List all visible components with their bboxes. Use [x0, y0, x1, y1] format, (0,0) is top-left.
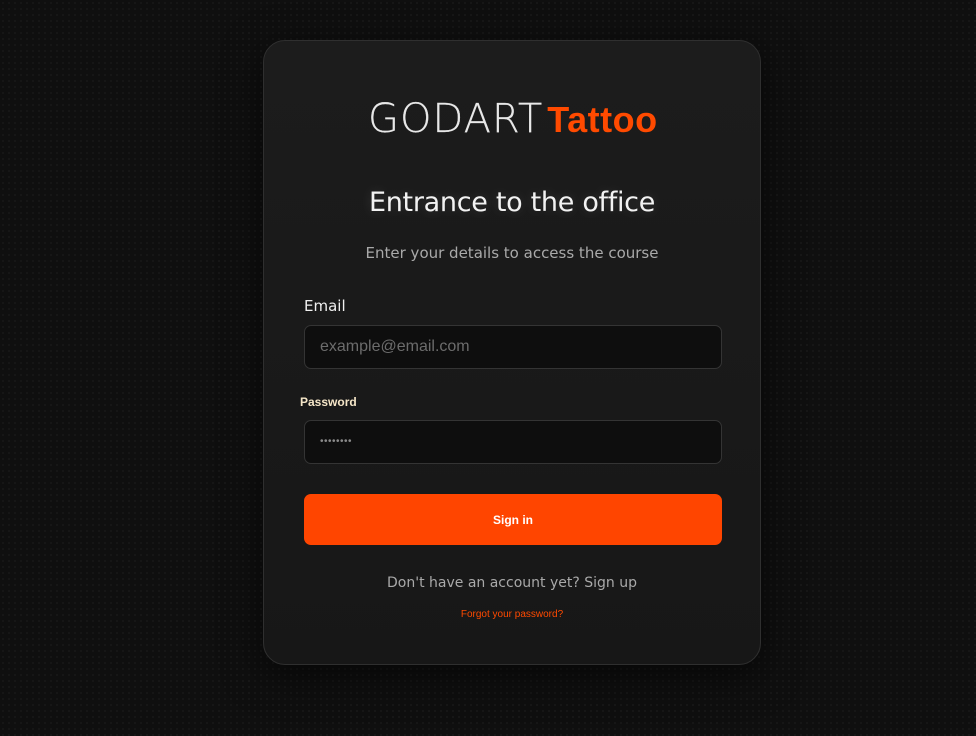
password-field[interactable]: [304, 420, 722, 464]
page-subtitle: Enter your details to access the course: [365, 244, 659, 262]
brand-logo: GODART Tattoo: [368, 97, 658, 141]
page-title: Entrance to the office: [368, 187, 656, 218]
logo-wordmark-tattoo: Tattoo: [547, 99, 658, 140]
email-label: Email: [304, 297, 346, 315]
login-card: GODART Tattoo Entrance to the office Ent…: [263, 40, 761, 665]
logo-wordmark-godart: GODART: [368, 96, 544, 142]
forgot-password-row: Forgot your password?: [264, 609, 760, 620]
signup-row: Don't have an account yet? Sign up: [264, 575, 760, 591]
password-label: Password: [300, 395, 357, 409]
sign-up-link[interactable]: Sign up: [584, 575, 637, 591]
signup-prompt: Don't have an account yet?: [387, 575, 585, 591]
email-field[interactable]: [304, 325, 722, 369]
sign-in-button[interactable]: Sign in: [304, 494, 722, 545]
forgot-password-link[interactable]: Forgot your password?: [461, 609, 563, 620]
